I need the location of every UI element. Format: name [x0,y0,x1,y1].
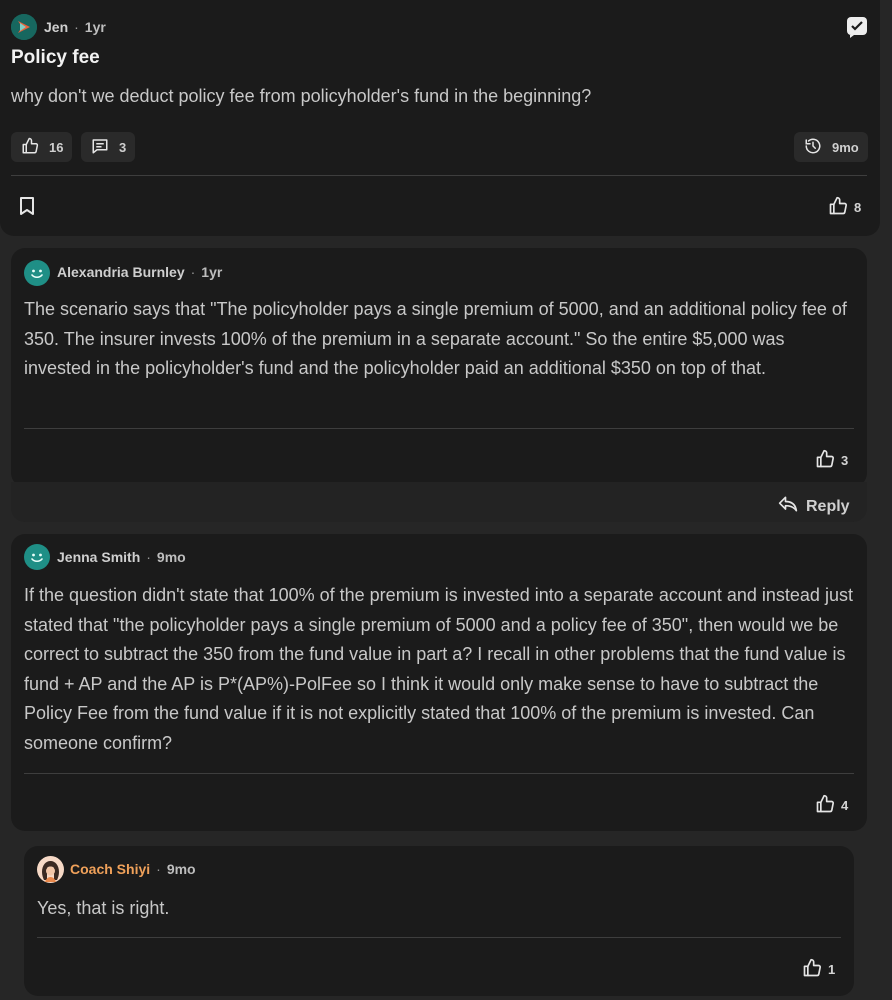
comment-like-count: 4 [841,798,849,813]
thumbs-up-icon [828,196,848,219]
reply-button[interactable]: Reply [778,495,850,518]
comment-meta: Jenna Smith · 9mo [57,549,186,565]
meta-separator: · [146,549,151,565]
comment-body: The scenario says that "The policyholder… [24,299,847,378]
post-time: 1yr [84,19,106,35]
post-meta: Jen · 1yr [44,19,106,35]
meta-separator: · [190,264,196,280]
reply-card: Coach Shiyi · 9mo Yes, that is right. 1 [24,846,854,996]
reply-label: Reply [806,497,850,515]
comment-meta: Coach Shiyi · 9mo [70,861,196,877]
post-bottom-like[interactable]: 8 [828,196,861,219]
thumbs-up-icon [815,449,835,472]
inbox-check-icon[interactable] [846,16,868,43]
commenter-avatar[interactable] [24,544,50,570]
comment-author-name[interactable]: Alexandria Burnley [57,264,185,280]
thumbs-up-icon [802,958,822,981]
post-body: why don't we deduct policy fee from poli… [11,86,592,106]
comment-body: Yes, that is right. [37,898,170,918]
comment-divider [24,773,854,774]
post-comment-count: 3 [119,139,127,155]
post-history-button[interactable]: 9mo [794,132,868,162]
comment-like-button[interactable]: 3 [815,449,848,472]
comment-divider [37,937,841,938]
meta-separator: · [74,19,79,35]
thumbs-up-icon [21,137,39,158]
reply-icon [778,495,798,518]
meta-separator: · [156,861,161,877]
comment-like-count: 1 [828,962,836,977]
post-like-button[interactable]: 16 [11,132,72,162]
comment-like-button[interactable]: 1 [802,958,835,981]
post-card: Jen · 1yr Policy fee why don't we deduct p… [0,0,880,236]
comment-icon [91,137,109,158]
commenter-avatar[interactable] [24,260,50,286]
post-history-time: 9mo [832,139,859,155]
comment-card: Alexandria Burnley · 1yr The scenario says… [11,248,867,487]
bookmark-icon[interactable] [18,196,36,221]
comment-time: 9mo [156,549,186,565]
coach-avatar[interactable] [37,856,64,883]
reply-strip [11,482,867,522]
history-icon [804,137,822,158]
post-comment-button[interactable]: 3 [81,132,135,162]
coach-name[interactable]: Coach Shiyi [70,861,150,877]
post-author-avatar[interactable] [11,14,37,40]
post-like-count: 16 [49,139,64,155]
comment-like-count: 3 [841,453,849,468]
comment-like-button[interactable]: 4 [815,794,848,817]
post-divider [11,175,867,176]
comment-time: 9mo [166,861,196,877]
comment-author-name[interactable]: Jenna Smith [57,549,140,565]
comment-card: Jenna Smith · 9mo If the question didn't s… [11,534,867,831]
thumbs-up-icon [815,794,835,817]
comment-divider [24,428,854,429]
comment-body: If the question didn't state that 100% o… [24,585,853,753]
post-title: Policy fee [11,47,100,68]
comment-meta: Alexandria Burnley · 1yr [57,264,222,280]
post-bottom-like-count: 8 [854,200,862,215]
comment-time: 1yr [201,264,223,280]
post-author-name[interactable]: Jen [44,19,68,35]
